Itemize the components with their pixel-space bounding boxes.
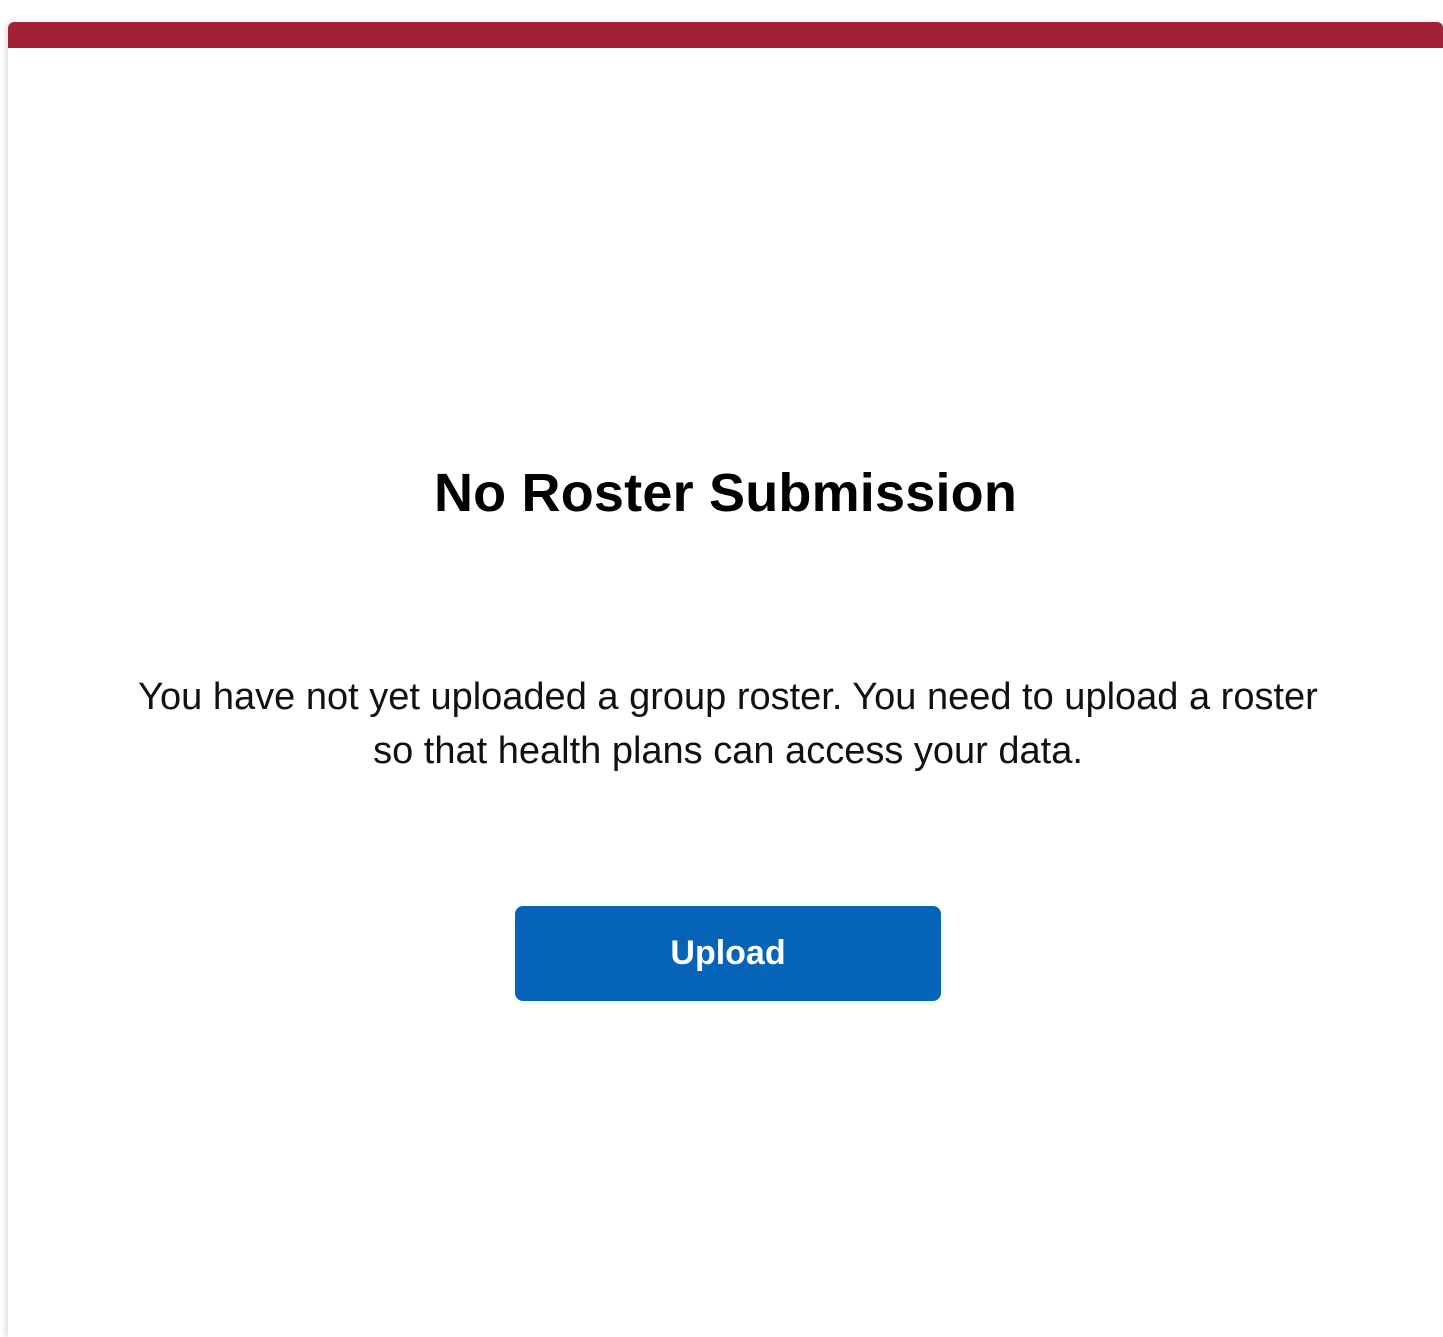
page: No Roster Submission You have not yet up… — [0, 0, 1443, 1337]
page-title: No Roster Submission — [433, 463, 1018, 523]
empty-state-message: You have not yet uploaded a group roster… — [138, 676, 1318, 772]
upload-button[interactable]: Upload — [515, 906, 941, 1001]
empty-state-card: No Roster Submission You have not yet up… — [8, 22, 1443, 1337]
card-accent-bar — [8, 22, 1443, 48]
